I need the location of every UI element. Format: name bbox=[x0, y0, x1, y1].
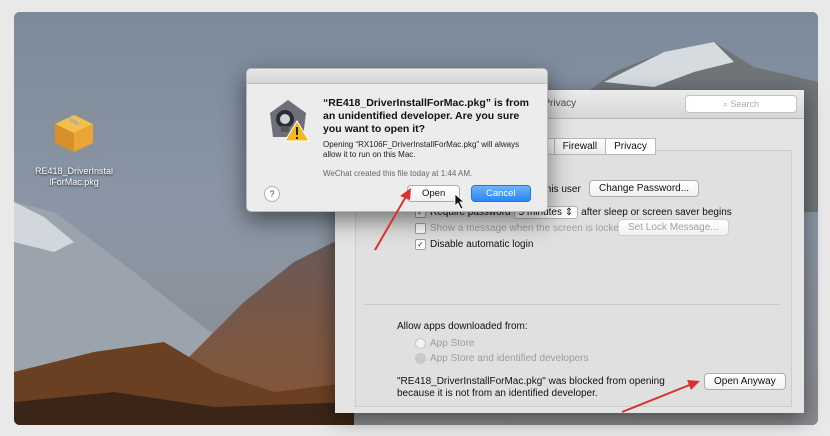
radio-indicator-selected bbox=[415, 353, 426, 364]
help-button[interactable]: ? bbox=[264, 186, 280, 202]
show-message-row: Show a message when the screen is locked bbox=[415, 223, 625, 234]
tab-firewall[interactable]: Firewall bbox=[553, 138, 607, 155]
change-password-button[interactable]: Change Password... bbox=[589, 180, 700, 197]
open-anyway-button[interactable]: Open Anyway bbox=[704, 373, 786, 390]
require-password-suffix: after sleep or screen saver begins bbox=[581, 207, 732, 218]
search-icon: ⌕ bbox=[722, 99, 731, 109]
open-button[interactable]: Open bbox=[407, 185, 461, 202]
stepper-icon: ⇕ bbox=[564, 207, 574, 218]
radio-identified-label: App Store and identified developers bbox=[430, 353, 589, 365]
set-lock-message-button[interactable]: Set Lock Message... bbox=[618, 219, 729, 236]
show-message-checkbox[interactable] bbox=[415, 223, 426, 234]
allow-apps-heading: Allow apps downloaded from: bbox=[397, 321, 528, 332]
cancel-button[interactable]: Cancel bbox=[471, 185, 531, 202]
radio-app-store-label: App Store bbox=[430, 338, 475, 350]
package-icon bbox=[50, 108, 98, 156]
radio-indicator bbox=[415, 338, 426, 349]
dialog-heading: “RE418_DriverInstallForMac.pkg” is from … bbox=[323, 97, 529, 135]
prefs-search-field[interactable]: ⌕ Search bbox=[685, 95, 797, 113]
radio-app-store[interactable]: App Store bbox=[415, 338, 474, 349]
dialog-file-origin-note: WeChat created this file today at 1:44 A… bbox=[323, 169, 473, 178]
dialog-body-text: Opening “RX106F_DriverInstallForMac.pkg”… bbox=[323, 140, 520, 159]
desktop-file-label: RE418_DriverInstallForMac.pkg bbox=[34, 166, 114, 187]
desktop-file-icon[interactable]: RE418_DriverInstallForMac.pkg bbox=[34, 107, 114, 188]
radio-identified-developers[interactable]: App Store and identified developers bbox=[415, 353, 588, 364]
disable-login-checkbox[interactable]: ✓ bbox=[415, 239, 426, 250]
password-row-label: this user bbox=[543, 184, 581, 195]
blocked-app-message: "RE418_DriverInstallForMac.pkg" was bloc… bbox=[397, 376, 665, 399]
disable-login-row: ✓ Disable automatic login bbox=[415, 239, 533, 250]
search-placeholder: Search bbox=[730, 99, 760, 109]
tab-privacy[interactable]: Privacy bbox=[605, 138, 656, 155]
show-message-label: Show a message when the screen is locked bbox=[430, 223, 625, 235]
gatekeeper-warning-icon bbox=[270, 100, 310, 142]
dialog-titlebar bbox=[247, 69, 547, 84]
disable-login-label: Disable automatic login bbox=[430, 239, 534, 251]
section-divider bbox=[365, 304, 780, 305]
unidentified-developer-dialog: “RE418_DriverInstallForMac.pkg” is from … bbox=[246, 68, 548, 212]
